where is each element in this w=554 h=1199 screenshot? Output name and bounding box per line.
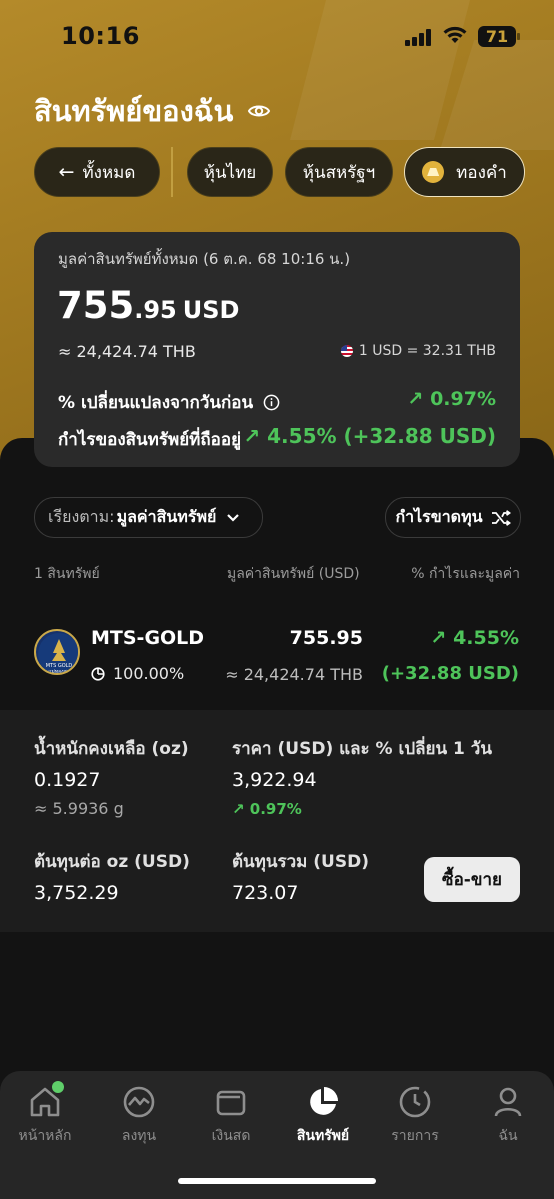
filter-all-label: ทั้งหมด — [82, 162, 136, 183]
arrow-left-icon: ← — [58, 161, 75, 183]
asset-value-thb: ≈ 24,424.74 THB — [225, 665, 363, 684]
tab-assets[interactable]: สินทรัพย์ — [278, 1085, 368, 1147]
filter-thai-stocks[interactable]: หุ้นไทย — [187, 147, 273, 197]
page-header: สินทรัพย์ของฉัน — [34, 88, 271, 134]
notification-dot — [52, 1081, 64, 1093]
tab-assets-label: สินทรัพย์ — [296, 1128, 350, 1144]
fx-rate: 1 USD = 32.31 THB — [340, 343, 496, 359]
tab-transactions-label: รายการ — [391, 1128, 439, 1144]
sort-prefix: เรียงตาม: — [48, 507, 115, 526]
tab-cash[interactable]: เงินสด — [186, 1085, 276, 1147]
logo-subtext: แม่ทองสุก — [48, 669, 69, 675]
total-cost-value: 723.07 — [232, 882, 299, 904]
mts-gold-logo: MTS GOLD แม่ทองสุก — [34, 629, 80, 675]
pl-toggle-label: กำไรขาดทุน — [395, 507, 483, 526]
pl-toggle-button[interactable]: กำไรขาดทุน — [385, 497, 521, 538]
total-value-date: (6 ต.ค. 68 10:16 น.) — [203, 250, 351, 268]
filter-gold-label: ทองคำ — [456, 162, 507, 183]
amount-currency: USD — [182, 296, 240, 324]
signal-icon — [405, 29, 433, 46]
amount-integer: 755 — [57, 284, 135, 327]
filter-gold[interactable]: ทองคำ — [404, 147, 525, 197]
weight-grams: ≈ 5.9936 g — [34, 799, 124, 818]
home-indicator — [178, 1178, 376, 1184]
asset-share-value: 100.00% — [113, 664, 185, 683]
asset-detail-panel: น้ำหนักคงเหลือ (oz) 0.1927 ≈ 5.9936 g รา… — [0, 710, 554, 932]
tab-cash-label: เงินสด — [211, 1128, 251, 1144]
total-cost-label: ต้นทุนรวม (USD) — [232, 852, 369, 872]
total-value-amount: 755.95 USD — [57, 284, 239, 327]
weight-label: น้ำหนักคงเหลือ (oz) — [34, 739, 189, 759]
shuffle-icon — [491, 509, 511, 526]
filter-us-stocks[interactable]: หุ้นสหรัฐฯ — [285, 147, 393, 197]
price-value: 3,922.94 — [232, 769, 317, 791]
tab-home-label: หน้าหลัก — [18, 1128, 72, 1144]
price-change: ↗ 0.97% — [232, 800, 302, 818]
buy-sell-button[interactable]: ซื้อ-ขาย — [424, 857, 520, 902]
daily-change-value: ↗ 0.97% — [407, 388, 496, 410]
column-pl: % กำไรและมูลค่า — [411, 566, 520, 582]
price-label: ราคา (USD) และ % เปลี่ยน 1 วัน — [232, 739, 492, 759]
total-value-title: มูลค่าสินทรัพย์ทั้งหมด — [58, 250, 199, 268]
filter-divider — [171, 147, 173, 197]
gold-bar-icon — [422, 161, 445, 183]
tab-home[interactable]: หน้าหลัก — [0, 1085, 90, 1147]
cost-per-oz-value: 3,752.29 — [34, 882, 119, 904]
asset-value-usd: 755.95 — [289, 627, 363, 649]
pie-small-icon — [91, 666, 105, 681]
eye-icon[interactable] — [247, 99, 271, 123]
wallet-icon — [216, 1090, 246, 1116]
weight-value: 0.1927 — [34, 769, 101, 791]
sort-dropdown[interactable]: เรียงตาม: มูลค่าสินทรัพย์ — [34, 497, 263, 538]
info-icon[interactable] — [263, 394, 280, 411]
asset-name: MTS-GOLD — [91, 627, 205, 649]
page-title: สินทรัพย์ของฉัน — [34, 94, 234, 128]
tab-invest[interactable]: ลงทุน — [94, 1085, 184, 1147]
tab-invest-label: ลงทุน — [121, 1128, 157, 1144]
total-value-label: มูลค่าสินทรัพย์ทั้งหมด (6 ต.ค. 68 10:16 … — [58, 247, 350, 271]
wifi-icon — [443, 26, 467, 43]
clock-icon — [399, 1086, 431, 1118]
asset-row-mts-gold[interactable]: MTS GOLD แม่ทองสุก MTS-GOLD 100.00% 755.… — [0, 612, 554, 710]
tab-transactions[interactable]: รายการ — [370, 1085, 460, 1147]
daily-change-row: % เปลี่ยนแปลงจากวันก่อน — [58, 389, 280, 416]
holding-pl-label: กำไรของสินทรัพย์ที่ถืออยู่ — [58, 430, 242, 450]
chart-icon — [123, 1086, 155, 1118]
asset-pl-usd: (+32.88 USD) — [381, 663, 519, 684]
holding-pl-value: ↗ 4.55% (+32.88 USD) — [243, 424, 496, 448]
cost-per-oz-label: ต้นทุนต่อ oz (USD) — [34, 852, 190, 872]
fx-rate-text: 1 USD = 32.31 THB — [358, 343, 496, 359]
battery-icon: 71 — [478, 26, 520, 47]
total-value-thb: ≈ 24,424.74 THB — [58, 342, 196, 361]
tab-me[interactable]: ฉัน — [463, 1085, 553, 1147]
asset-portfolio-share: 100.00% — [91, 664, 184, 683]
asset-pl-percent: ↗ 4.55% — [430, 627, 519, 649]
chevron-down-icon — [227, 513, 240, 522]
us-flag-icon — [340, 345, 353, 357]
tab-me-label: ฉัน — [498, 1128, 518, 1144]
pie-icon — [310, 1087, 338, 1115]
asset-filter-bar: ← ทั้งหมด หุ้นไทย หุ้นสหรัฐฯ ทองคำ — [34, 147, 534, 197]
status-time: 10:16 — [61, 22, 140, 50]
status-bar: 10:16 71 — [0, 0, 554, 74]
column-asset-count: 1 สินทรัพย์ — [34, 566, 100, 582]
column-asset-value: มูลค่าสินทรัพย์ (USD) — [227, 566, 360, 582]
user-icon — [494, 1087, 522, 1117]
filter-all-back-button[interactable]: ← ทั้งหมด — [34, 147, 160, 197]
sort-value: มูลค่าสินทรัพย์ — [116, 507, 217, 526]
portfolio-summary-card: มูลค่าสินทรัพย์ทั้งหมด (6 ต.ค. 68 10:16 … — [34, 232, 520, 467]
amount-decimal: .95 — [134, 296, 177, 324]
daily-change-label: % เปลี่ยนแปลงจากวันก่อน — [58, 393, 254, 413]
